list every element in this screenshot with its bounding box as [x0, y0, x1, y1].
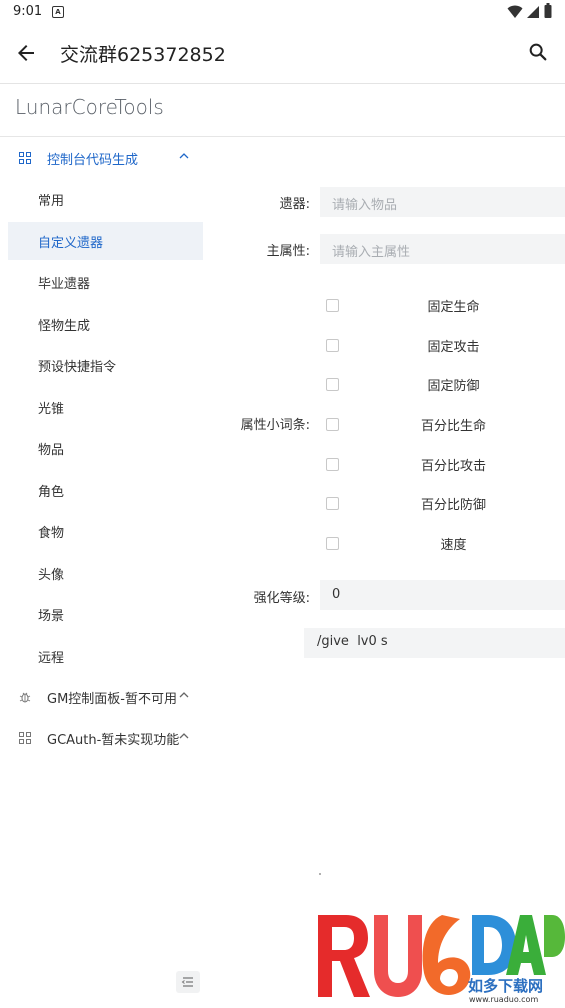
grid-icon	[19, 152, 31, 164]
checkbox-label: 百分比攻击	[420, 459, 486, 474]
relic-input[interactable]: 请输入物品	[320, 187, 565, 217]
sidebar-item-graduate-relic[interactable]: 毕业遗器	[8, 263, 203, 301]
signal-icon	[527, 6, 539, 18]
notification-icon: A	[52, 6, 64, 18]
arrow-left-icon[interactable]	[14, 41, 38, 65]
grid-icon	[19, 732, 31, 744]
sidebar-item-label: 预设快捷指令	[38, 360, 117, 375]
substat-label: 属性小词条:	[240, 418, 310, 433]
checkbox-box[interactable]	[326, 299, 339, 312]
sidebar-item-label: 场景	[38, 609, 65, 624]
watermark-url-text: www.ruaduo.com	[469, 995, 538, 1004]
sidebar-item-label: 远程	[38, 651, 65, 666]
command-output[interactable]: /give lv0 s	[304, 628, 565, 658]
sidebar-item-remote[interactable]: 远程	[8, 637, 203, 675]
chevron-up-icon[interactable]	[178, 150, 190, 162]
sidebar-item-label: 角色	[38, 485, 65, 500]
sidebar-item-light-cone[interactable]: 光锥	[8, 388, 203, 426]
substat-checkbox[interactable]: 固定防御	[320, 374, 565, 396]
sidebar-item-food[interactable]: 食物	[8, 512, 203, 550]
substat-checkbox[interactable]: 百分比防御	[320, 493, 565, 515]
sidebar-item-label: 头像	[38, 568, 65, 583]
sidebar-item-characters[interactable]: 角色	[8, 471, 203, 509]
checkbox-box[interactable]	[326, 418, 339, 431]
battery-icon	[544, 3, 552, 18]
checkbox-box[interactable]	[326, 458, 339, 471]
checkbox-box[interactable]	[326, 497, 339, 510]
sidebar-item-label: 常用	[38, 194, 65, 209]
watermark-logo: 如多下载网 www.ruaduo.com	[312, 905, 565, 1004]
page-title: 交流群625372852	[60, 44, 226, 66]
watermark-logo-image: 如多下载网 www.ruaduo.com	[318, 915, 565, 1004]
checkbox-label: 固定生命	[427, 300, 480, 315]
checkbox-label: 固定防御	[427, 379, 480, 394]
dot-mark	[319, 873, 321, 875]
substat-checkbox[interactable]: 速度	[320, 533, 565, 555]
sidebar-item-items[interactable]: 物品	[8, 429, 203, 467]
substat-checkbox[interactable]: 百分比生命	[320, 414, 565, 436]
relic-label: 遗器:	[279, 197, 310, 212]
sidebar-item-label: 食物	[38, 526, 65, 541]
menu-group-gcauth[interactable]: GCAuth-暂未实现功能	[0, 720, 210, 756]
menu-group-label: GCAuth-暂未实现功能	[47, 733, 180, 748]
substat-checkbox[interactable]: 固定攻击	[320, 335, 565, 357]
checkbox-box[interactable]	[326, 339, 339, 352]
checkbox-label: 百分比防御	[420, 498, 486, 513]
level-label: 强化等级:	[253, 591, 310, 606]
menu-group-label: GM控制面板-暂不可用	[47, 692, 177, 707]
main-stat-label: 主属性:	[266, 244, 310, 259]
chevron-up-icon[interactable]	[178, 689, 190, 701]
checkbox-label: 固定攻击	[427, 340, 480, 355]
sidebar-item-label: 光锥	[38, 402, 65, 417]
search-icon[interactable]	[527, 41, 549, 63]
watermark-cn-text: 如多下载网	[468, 977, 543, 995]
checkbox-box[interactable]	[326, 378, 339, 391]
level-input[interactable]: 0	[320, 580, 565, 610]
menu-group-gm[interactable]: GM控制面板-暂不可用	[0, 679, 210, 715]
substat-checkbox[interactable]: 百分比攻击	[320, 454, 565, 476]
sidebar-item-custom-relic[interactable]: 自定义遗器	[8, 222, 203, 260]
checkbox-label: 速度	[440, 538, 467, 553]
sidebar-item-label: 怪物生成	[38, 319, 91, 334]
collapse-menu-button[interactable]	[176, 971, 200, 993]
menu-group-console[interactable]: 控制台代码生成	[0, 140, 210, 176]
divider	[0, 136, 565, 137]
sidebar-item-label: 物品	[38, 443, 65, 458]
checkbox-label: 百分比生命	[420, 419, 486, 434]
sidebar-item-avatar[interactable]: 头像	[8, 554, 203, 592]
menu-group-label: 控制台代码生成	[47, 153, 139, 168]
sidebar-item-common[interactable]: 常用	[8, 180, 203, 218]
bug-icon	[19, 692, 31, 703]
sidebar-item-scene[interactable]: 场景	[8, 595, 203, 633]
substat-checkbox[interactable]: 固定生命	[320, 295, 565, 317]
wifi-icon	[507, 5, 523, 18]
menu-fold-icon	[181, 977, 193, 987]
sidebar-item-label: 毕业遗器	[38, 277, 91, 292]
brand-title: LunarCoreTools	[15, 95, 164, 119]
status-time: 9:01	[13, 4, 43, 19]
main-stat-input[interactable]: 请输入主属性	[320, 234, 565, 264]
chevron-up-icon[interactable]	[178, 730, 190, 742]
sidebar-item-preset-commands[interactable]: 预设快捷指令	[8, 346, 203, 384]
sidebar-item-monster-spawn[interactable]: 怪物生成	[8, 305, 203, 343]
checkbox-box[interactable]	[326, 537, 339, 550]
sidebar-item-label: 自定义遗器	[38, 236, 104, 251]
app-bar: 交流群625372852	[0, 24, 565, 84]
status-bar: 9:01 A	[0, 0, 565, 24]
